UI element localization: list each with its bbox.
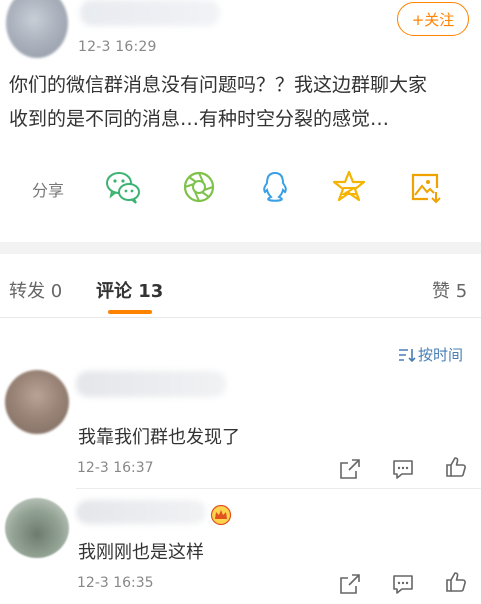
save-image-icon[interactable] xyxy=(406,168,444,206)
sort-label: 按时间 xyxy=(418,346,464,364)
tab-repost[interactable]: 转发 0 xyxy=(9,277,62,303)
comment-text: 我靠我们群也发现了 xyxy=(78,427,240,448)
post-author-name-blurred[interactable] xyxy=(80,0,220,26)
post-author-avatar[interactable] xyxy=(6,0,68,58)
comment-text: 我刚刚也是这样 xyxy=(78,542,204,563)
follow-button[interactable]: +关注 xyxy=(397,2,469,36)
comment-time: 12-3 16:35 xyxy=(77,575,154,591)
reply-icon[interactable] xyxy=(391,572,415,596)
post-body-text: 你们的微信群消息没有问题吗？？我这边群聊大家 收到的是不同的消息…有种时空分裂的… xyxy=(9,74,428,130)
section-divider xyxy=(0,242,481,254)
share-row: 分享 xyxy=(0,162,481,214)
repost-icon[interactable] xyxy=(338,457,362,481)
vip-crown-icon xyxy=(210,505,232,525)
active-tab-indicator xyxy=(108,310,152,314)
sort-by-time-button[interactable]: 按时间 xyxy=(398,344,463,365)
qq-icon[interactable] xyxy=(256,168,294,206)
wechat-icon[interactable] xyxy=(104,168,142,206)
tab-like[interactable]: 赞 5 xyxy=(432,277,467,303)
comment-avatar[interactable] xyxy=(5,370,69,434)
share-label: 分享 xyxy=(32,181,65,200)
comment-author-name-blurred[interactable] xyxy=(76,371,226,397)
qzone-star-icon[interactable] xyxy=(330,168,368,206)
post-timestamp: 12-3 16:29 xyxy=(78,39,157,55)
like-thumb-icon[interactable] xyxy=(444,570,468,594)
tab-bar-border xyxy=(0,317,481,318)
tab-comment[interactable]: 评论 13 xyxy=(96,277,163,303)
comment-author-name-blurred[interactable] xyxy=(76,500,206,524)
reply-icon[interactable] xyxy=(391,457,415,481)
moments-icon[interactable] xyxy=(180,168,218,206)
comment-time: 12-3 16:37 xyxy=(77,460,154,476)
sort-icon xyxy=(399,348,416,362)
repost-icon[interactable] xyxy=(338,572,362,596)
comment-divider xyxy=(76,488,481,489)
comment-avatar[interactable] xyxy=(5,498,69,558)
like-thumb-icon[interactable] xyxy=(444,455,468,479)
